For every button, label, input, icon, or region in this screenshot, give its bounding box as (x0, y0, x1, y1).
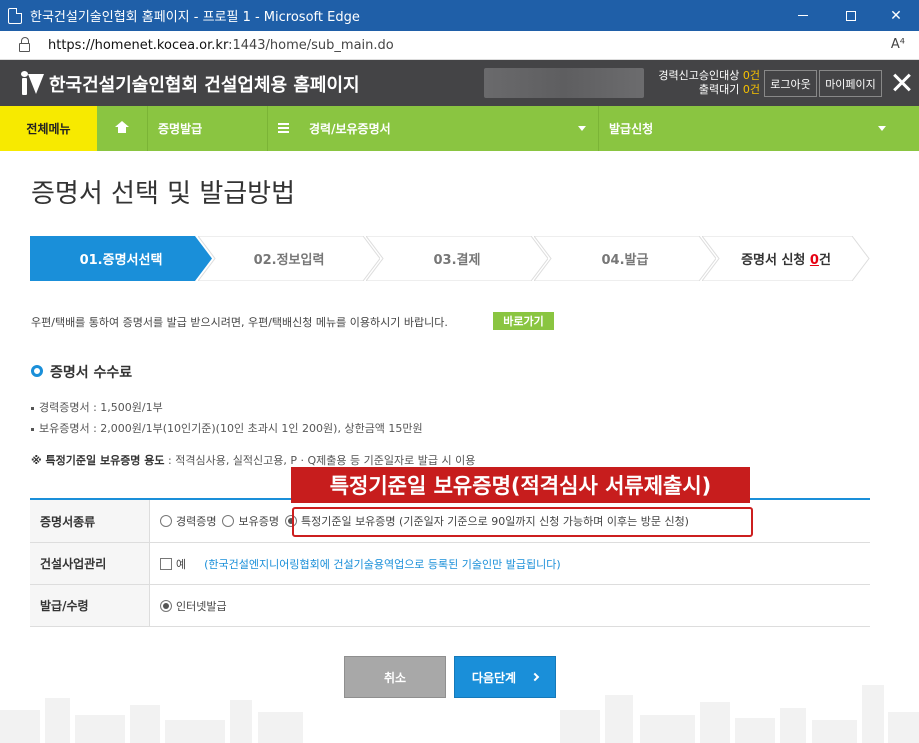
nav-item-certificate[interactable]: 증명발급 (158, 106, 202, 151)
url-path: :1443/home/sub_main.do (228, 37, 394, 53)
logo-icon (20, 70, 44, 96)
status-counts[interactable]: 경력신고승인대상 0건 출력대기 0건 (658, 69, 760, 97)
page-icon (8, 7, 22, 24)
next-step-label: 다음단계 (471, 670, 517, 685)
step-3: 03.결제 (366, 236, 548, 281)
radio-holding-label: 보유증명 (238, 515, 279, 528)
user-info-blurred (484, 68, 644, 98)
checkbox[interactable] (160, 557, 172, 570)
read-aloud-icon[interactable]: A⁴ (891, 37, 905, 52)
home-button[interactable] (97, 106, 147, 151)
address-bar[interactable]: https://homenet.kocea.or.kr:1443/home/su… (0, 31, 919, 60)
nav-item-issue-request[interactable]: 발급신청 (609, 106, 653, 151)
print-wait-count: 0건 (742, 83, 760, 96)
form-row-delivery: 발급/수령 인터넷발급 (30, 585, 870, 627)
minimize-button[interactable] (780, 0, 826, 31)
header-close-icon[interactable] (889, 69, 915, 97)
usage-note: ※ 특정기준일 보유증명 용도 : 적격심사용, 실적신고용, P · Q제출용… (31, 452, 475, 468)
close-icon: ✕ (890, 7, 902, 24)
window-titlebar: 한국건설기술인협회 홈페이지 - 프로필 1 - Microsoft Edge … (0, 0, 919, 31)
chevron-down-icon[interactable] (878, 126, 886, 131)
cancel-button[interactable]: 취소 (344, 656, 446, 698)
logout-button[interactable]: 로그아웃 (764, 70, 817, 97)
step-indicator: 01.증명서선택 02.정보입력 03.결제 04.발급 증명서 신청 0건 (30, 236, 870, 281)
callout-label: 특정기준일 보유증명(적격심사 서류제출시) (291, 467, 750, 503)
main-nav: 전체메뉴 증명발급 경력/보유증명서 발급신청 (0, 106, 919, 151)
row-label-type: 증명서종류 (30, 500, 150, 542)
step-2-label: 02.정보입력 (253, 253, 325, 268)
window-title: 한국건설기술인협회 홈페이지 - 프로필 1 - Microsoft Edge (30, 10, 360, 25)
page-title: 증명서 선택 및 발급방법 (31, 179, 295, 209)
step-1-label: 01.증명서선택 (79, 253, 163, 268)
fee-holding: 보유증명서 : 2,000원/1부(10인기준)(10인 초과시 1인 200원… (31, 420, 423, 436)
approval-count: 0건 (742, 69, 760, 82)
step-2: 02.정보입력 (198, 236, 380, 281)
radio-button[interactable] (160, 515, 172, 527)
home-icon (115, 120, 129, 135)
site-header: 한국건설기술인협회 건설업체용 홈페이지 경력신고승인대상 0건 출력대기 0건… (0, 60, 919, 106)
shortcut-button[interactable]: 바로가기 (493, 312, 554, 330)
request-count-number: 0 (809, 253, 819, 268)
radio-internet[interactable]: 인터넷발급 (160, 598, 227, 614)
step-3-label: 03.결제 (433, 253, 481, 268)
url-host: https://homenet.kocea.or.kr (48, 37, 229, 53)
mypage-button[interactable]: 마이페이지 (819, 70, 882, 97)
chevron-right-icon (530, 672, 540, 682)
checkbox-cm-label: 예 (176, 557, 187, 571)
circle-bullet-icon (31, 365, 43, 377)
window-close-button[interactable]: ✕ (873, 0, 919, 31)
radio-button[interactable] (222, 515, 235, 527)
site-title[interactable]: 한국건설기술인협회 건설업체용 홈페이지 (49, 71, 360, 97)
next-step-button[interactable]: 다음단계 (454, 656, 556, 698)
usage-note-bold: ※ 특정기준일 보유증명 용도 (31, 454, 165, 467)
step-1-active: 01.증명서선택 (30, 236, 212, 281)
maximize-button[interactable] (828, 0, 874, 31)
fee-career: 경력증명서 : 1,500원/1부 (31, 399, 163, 415)
cm-hint: (한국건설엔지니어링협회에 건설기술용역업으로 등록된 기술인만 발급됩니다) (204, 557, 561, 571)
row-label-delivery: 발급/수령 (30, 585, 150, 626)
callout-highlight-box (292, 507, 753, 537)
form-row-cm: 건설사업관리 예 (한국건설엔지니어링협회에 건설기술용역업으로 등록된 기술인… (30, 543, 870, 585)
request-count-prefix: 증명서 신청 (741, 253, 810, 268)
step-request-count: 증명서 신청 0건 (702, 236, 870, 281)
fee-section-title: 증명서 수수료 (50, 365, 133, 381)
radio-career[interactable]: 경력증명 (160, 513, 216, 529)
all-menu-button[interactable]: 전체메뉴 (0, 106, 97, 151)
radio-holding[interactable]: 보유증명 (222, 513, 279, 529)
lock-icon (19, 36, 30, 52)
menu-icon[interactable] (278, 123, 289, 133)
postal-notice: 우편/택배를 통하여 증명서를 발급 받으시려면, 우편/택배신청 메뉴를 이용… (31, 316, 448, 329)
minimize-icon (798, 15, 808, 16)
print-wait-label: 출력대기 (698, 83, 740, 96)
radio-button-selected[interactable] (160, 599, 172, 612)
nav-item-career-holding[interactable]: 경력/보유증명서 (309, 106, 391, 151)
row-label-cm: 건설사업관리 (30, 543, 150, 584)
radio-career-label: 경력증명 (176, 515, 217, 528)
url-text[interactable]: https://homenet.kocea.or.kr:1443/home/su… (48, 38, 394, 53)
checkbox-cm[interactable]: 예 (160, 556, 186, 572)
step-4: 04.발급 (534, 236, 716, 281)
usage-note-rest: : 적격심사용, 실적신고용, P · Q제출용 등 기준일자로 발급 시 이용 (164, 454, 476, 467)
step-4-label: 04.발급 (601, 253, 649, 268)
chevron-down-icon[interactable] (578, 126, 586, 131)
request-count-suffix: 건 (818, 253, 831, 268)
radio-internet-label: 인터넷발급 (176, 599, 227, 613)
approval-label: 경력신고승인대상 (658, 69, 740, 82)
maximize-icon (846, 10, 856, 21)
